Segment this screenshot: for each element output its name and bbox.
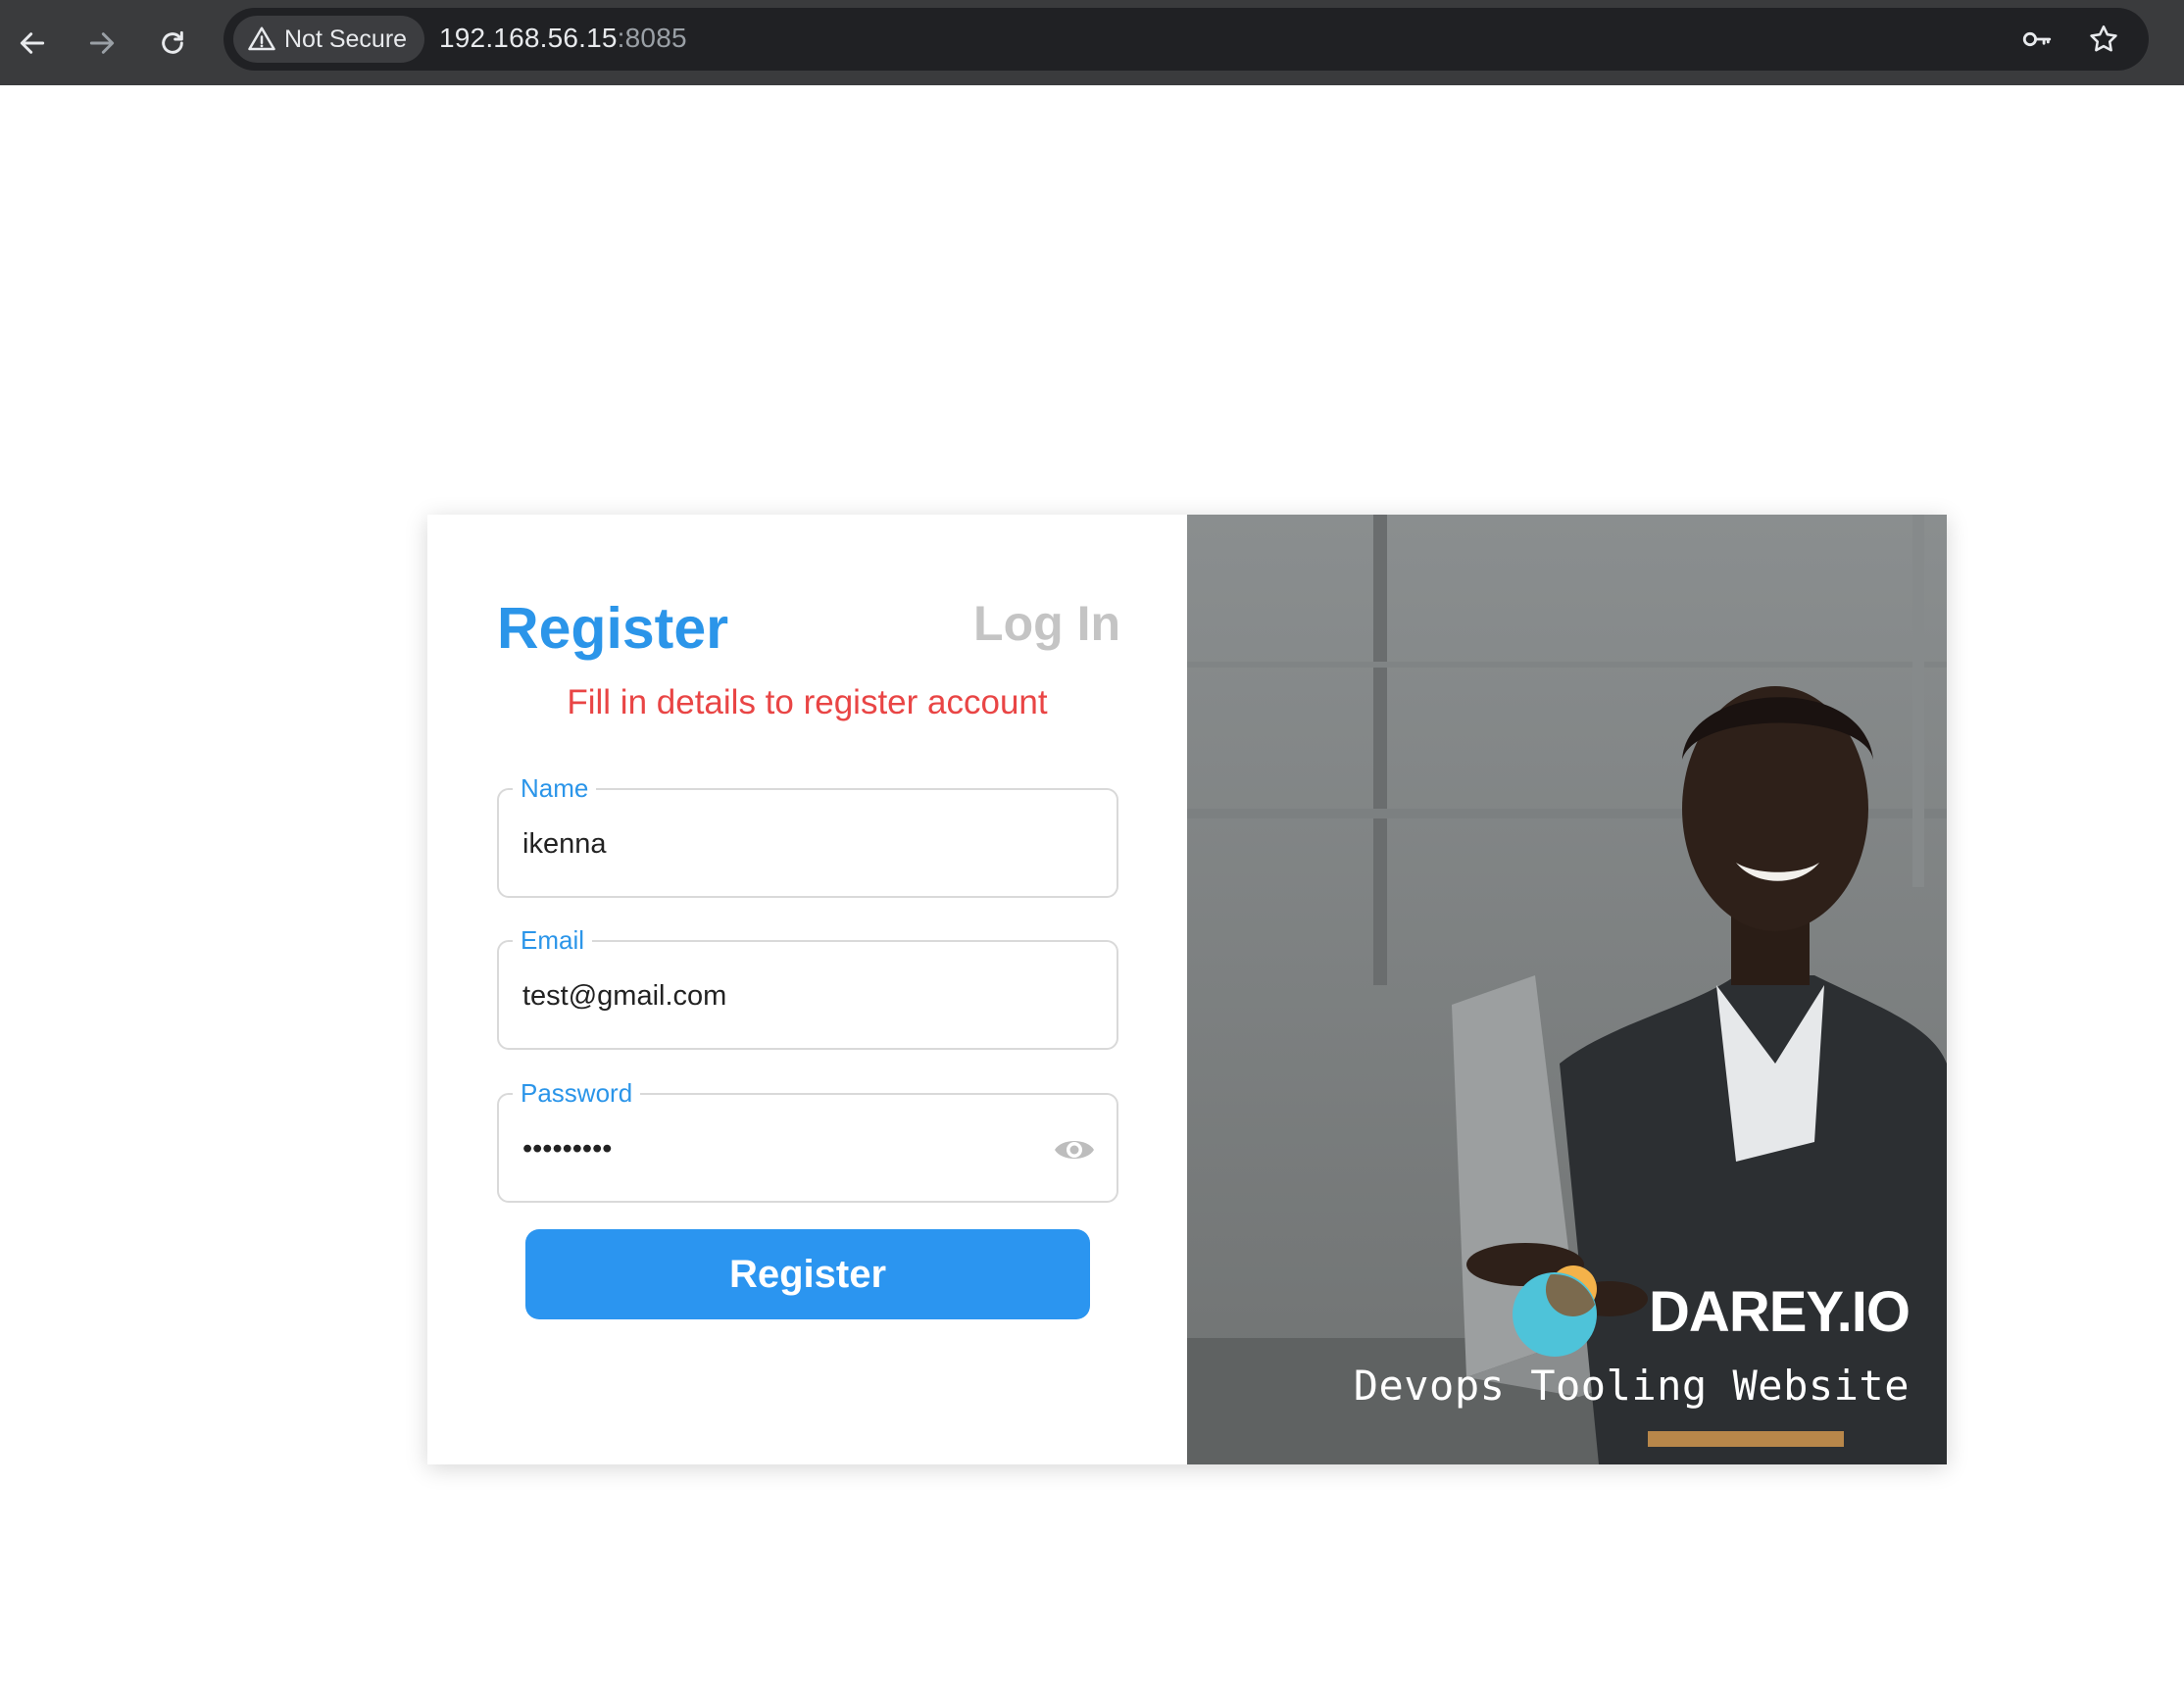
password-manager-button[interactable]: [2017, 20, 2057, 59]
bookmark-button[interactable]: [2084, 20, 2123, 59]
email-field-label: Email: [513, 924, 593, 956]
darey-logo-icon: [1513, 1265, 1597, 1357]
forward-button[interactable]: [77, 19, 126, 68]
reload-icon: [162, 30, 183, 54]
email-input[interactable]: [522, 971, 1071, 1020]
address-bar[interactable]: Not Secure 192.168.56.15:8085: [223, 8, 2149, 71]
security-indicator[interactable]: Not Secure: [233, 16, 425, 63]
name-input[interactable]: [522, 819, 1071, 868]
name-field-label: Name: [513, 772, 597, 804]
register-form-panel: Register Log In Fill in details to regis…: [427, 515, 1187, 1464]
reload-button[interactable]: [148, 19, 197, 68]
password-input[interactable]: [522, 1124, 1013, 1173]
tab-login[interactable]: Log In: [973, 595, 1120, 652]
url-text[interactable]: 192.168.56.15:8085: [439, 23, 687, 54]
star-icon: [2090, 25, 2117, 52]
eye-icon[interactable]: [1052, 1130, 1097, 1169]
brand-tagline: Devops Tooling Website: [1353, 1362, 1910, 1410]
security-label: Not Secure: [284, 25, 408, 53]
hero-image-panel: DAREY.IO Devops Tooling Website: [1187, 515, 1947, 1464]
back-arrow-icon: [20, 32, 45, 54]
password-field-label: Password: [513, 1077, 641, 1109]
key-icon: [2022, 31, 2052, 47]
warning-icon: [248, 26, 275, 51]
tab-register[interactable]: Register: [497, 595, 728, 662]
register-submit-button[interactable]: Register: [525, 1229, 1090, 1319]
back-button[interactable]: [8, 19, 57, 68]
form-subtitle: Fill in details to register account: [567, 683, 1048, 721]
url-host: 192.168.56.15: [439, 23, 618, 53]
forward-arrow-icon: [89, 32, 115, 54]
email-field: Email: [497, 924, 1118, 1050]
password-field: Password: [497, 1077, 1118, 1203]
auth-card: Register Log In Fill in details to regis…: [427, 515, 1947, 1464]
brand-name: DAREY.IO: [1649, 1280, 1911, 1344]
name-field: Name: [497, 772, 1118, 898]
url-port: :8085: [617, 23, 687, 53]
browser-toolbar: Not Secure 192.168.56.15:8085: [0, 0, 2184, 85]
